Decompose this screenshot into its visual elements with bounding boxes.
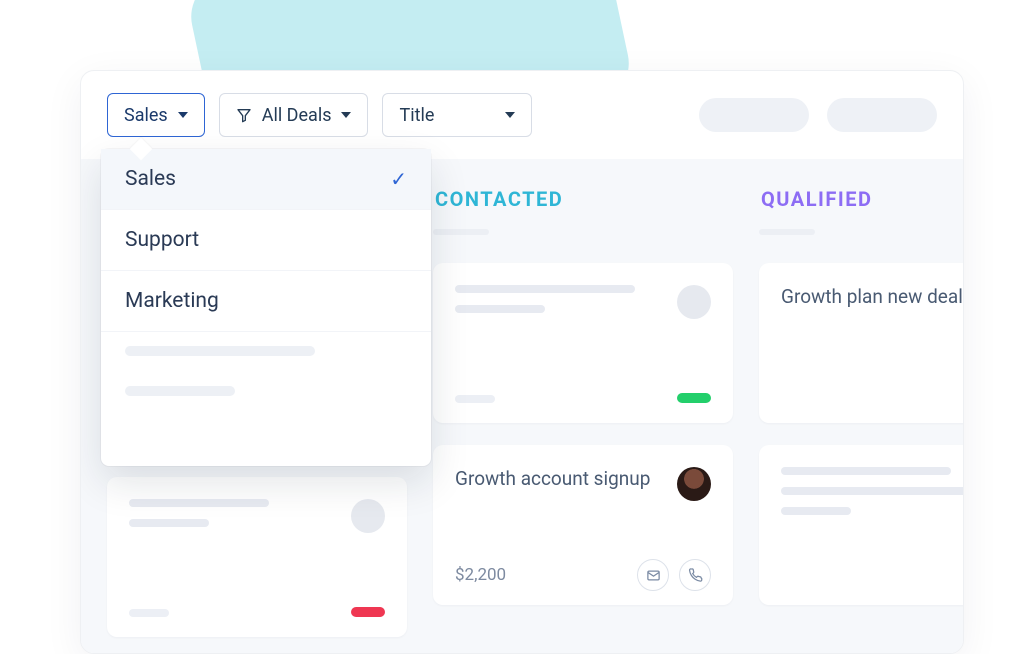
filter-dropdown-label: All Deals <box>262 105 332 126</box>
sort-dropdown-label: Title <box>399 105 434 126</box>
card-footer-placeholder <box>129 609 169 617</box>
dropdown-item-label: Sales <box>125 167 176 191</box>
pipeline-dropdown-menu: Sales ✓ Support Marketing <box>101 149 431 466</box>
status-tag-red <box>351 607 385 617</box>
status-tag-green <box>677 393 711 403</box>
kanban-column-qualified: QUALIFIED Growth plan new deal <box>759 177 964 627</box>
caret-down-icon <box>178 112 188 118</box>
column-header: QUALIFIED <box>759 177 964 229</box>
caret-down-icon <box>505 112 515 118</box>
dropdown-item-label: Support <box>125 228 199 252</box>
column-underline <box>433 229 489 235</box>
pipeline-dropdown[interactable]: Sales <box>107 93 205 137</box>
dropdown-item-label: Marketing <box>125 289 219 313</box>
toolbar-actions <box>699 98 937 132</box>
deal-card-growth-plan[interactable]: Growth plan new deal <box>759 263 964 423</box>
filter-dropdown[interactable]: All Deals <box>219 93 369 137</box>
pipeline-dropdown-label: Sales <box>124 105 168 126</box>
phone-icon[interactable] <box>679 559 711 591</box>
toolbar-action-placeholder[interactable] <box>827 98 937 132</box>
app-shell: Sales All Deals Title Sales ✓ <box>80 70 964 654</box>
column-underline <box>759 229 815 235</box>
avatar-placeholder <box>677 285 711 319</box>
dropdown-skeleton-line <box>125 386 235 396</box>
avatar-placeholder <box>351 499 385 533</box>
card-price: $2,200 <box>455 565 506 585</box>
kanban-column-contacted: CONTACTED Growth account signup $2,200 <box>433 177 733 627</box>
deal-card[interactable] <box>433 263 733 423</box>
dropdown-item-support[interactable]: Support <box>101 210 431 271</box>
toolbar: Sales All Deals Title Sales ✓ <box>81 71 963 159</box>
dropdown-skeleton-line <box>125 346 315 356</box>
dropdown-item-marketing[interactable]: Marketing <box>101 271 431 332</box>
column-header: CONTACTED <box>433 177 733 229</box>
deal-card[interactable] <box>107 477 407 637</box>
caret-down-icon <box>341 112 351 118</box>
mail-icon[interactable] <box>637 559 669 591</box>
card-footer-placeholder <box>455 395 495 403</box>
deal-card[interactable] <box>759 445 964 605</box>
toolbar-action-placeholder[interactable] <box>699 98 809 132</box>
card-title: Growth plan new deal <box>781 285 964 308</box>
avatar <box>677 467 711 501</box>
check-icon: ✓ <box>390 167 407 191</box>
card-actions <box>637 559 711 591</box>
card-title: Growth account signup <box>455 467 711 490</box>
sort-dropdown[interactable]: Title <box>382 93 532 137</box>
deal-card-growth-signup[interactable]: Growth account signup $2,200 <box>433 445 733 605</box>
dropdown-item-sales[interactable]: Sales ✓ <box>101 149 431 210</box>
funnel-icon <box>236 107 252 123</box>
